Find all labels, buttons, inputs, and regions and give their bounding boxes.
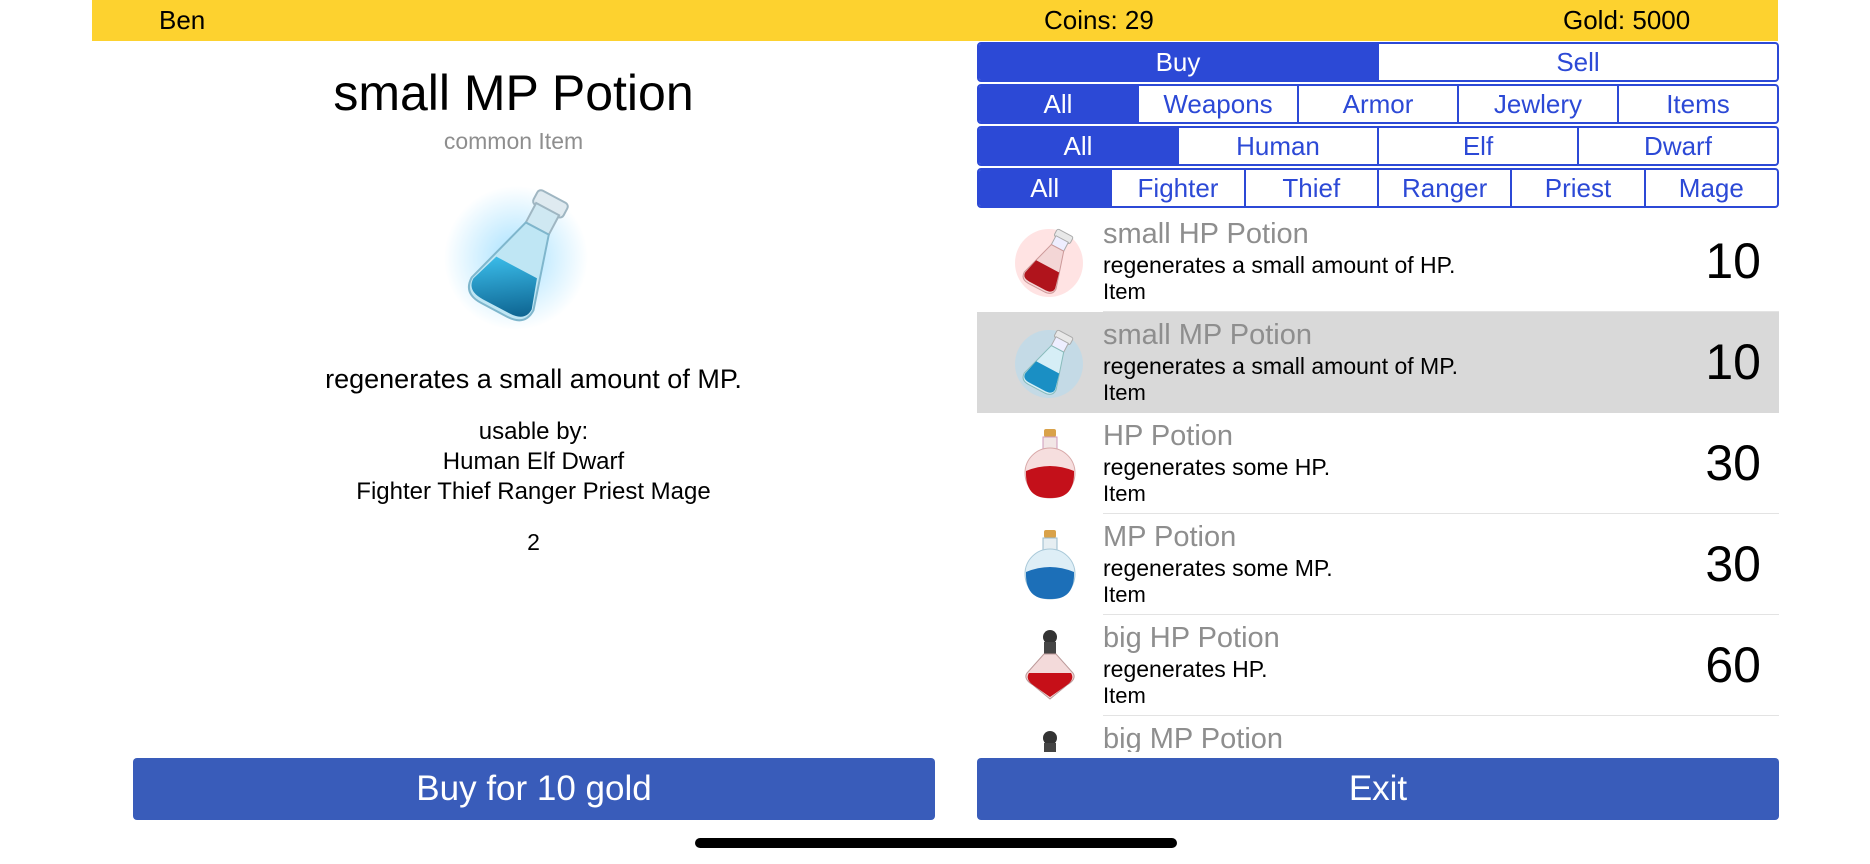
tab-class-all[interactable]: All: [979, 170, 1111, 206]
tab-sell[interactable]: Sell: [1377, 44, 1777, 80]
status-bar: Ben Coins: 29 Gold: 5000: [92, 0, 1778, 41]
item-name: small MP Potion: [1103, 319, 1312, 351]
item-description: regenerates a small amount of MP.: [325, 364, 742, 394]
item-price: 60: [1705, 637, 1761, 693]
tab-category-all[interactable]: All: [979, 86, 1137, 122]
item-name: small HP Potion: [1103, 218, 1309, 250]
small-hp-potion-icon: [1013, 225, 1087, 299]
tab-elf[interactable]: Elf: [1377, 128, 1577, 164]
item-price: 10: [1705, 233, 1761, 289]
item-rarity: common Item: [443, 128, 584, 154]
small-mp-potion-icon: [444, 178, 594, 338]
item-description: regenerates some HP.: [1103, 454, 1331, 480]
usable-classes: Fighter Thief Ranger Priest Mage: [356, 478, 711, 505]
item-description: regenerates some MP.: [1103, 555, 1333, 581]
usable-by-info: usable by: Human Elf Dwarf Fighter Thief…: [160, 417, 907, 507]
home-indicator[interactable]: [695, 838, 1177, 848]
item-price: 30: [1705, 435, 1761, 491]
category-segmented-control: All Weapons Armor Jewlery Items: [977, 84, 1779, 124]
tab-ranger[interactable]: Ranger: [1376, 170, 1510, 206]
item-description: regenerates a small amount of MP.: [1103, 353, 1458, 379]
big-mp-potion-icon: [1013, 730, 1087, 752]
tab-thief[interactable]: Thief: [1243, 170, 1377, 206]
tab-mage[interactable]: Mage: [1643, 170, 1777, 206]
item-description: regenerates a small amount of HP.: [1103, 252, 1456, 278]
tab-priest[interactable]: Priest: [1510, 170, 1643, 206]
buy-button[interactable]: Buy for 10 gold: [133, 758, 935, 820]
item-name: big HP Potion: [1103, 622, 1280, 654]
gold-counter: Gold: 5000: [1563, 5, 1691, 35]
tab-items[interactable]: Items: [1617, 86, 1777, 122]
mp-potion-icon: [1013, 528, 1087, 602]
tab-buy[interactable]: Buy: [979, 44, 1377, 80]
item-type: Item: [1103, 582, 1146, 607]
list-item[interactable]: HP Potion regenerates some HP. Item 30: [977, 413, 1779, 514]
item-price: 30: [1705, 536, 1761, 592]
item-description: regenerates HP.: [1103, 656, 1268, 682]
item-type: Item: [1103, 683, 1146, 708]
tab-fighter[interactable]: Fighter: [1110, 170, 1243, 206]
item-name: HP Potion: [1103, 420, 1234, 452]
item-name: big MP Potion: [1103, 723, 1284, 752]
tab-weapons[interactable]: Weapons: [1137, 86, 1297, 122]
item-title: small MP Potion: [333, 65, 694, 121]
coins-counter: Coins: 29: [1044, 5, 1154, 35]
list-item[interactable]: small HP Potion regenerates a small amou…: [977, 211, 1779, 312]
player-name: Ben: [159, 5, 206, 35]
shop-item-list[interactable]: small HP Potion regenerates a small amou…: [977, 211, 1779, 752]
list-item[interactable]: big HP Potion regenerates HP. Item 60: [977, 615, 1779, 716]
exit-button[interactable]: Exit: [977, 758, 1779, 820]
mode-segmented-control: Buy Sell: [977, 42, 1779, 82]
small-mp-potion-icon: [1013, 326, 1087, 400]
tab-jewlery[interactable]: Jewlery: [1457, 86, 1617, 122]
big-hp-potion-icon: [1013, 629, 1087, 703]
list-item[interactable]: small MP Potion regenerates a small amou…: [977, 312, 1779, 413]
usable-by-label: usable by:: [478, 418, 589, 445]
item-type: Item: [1103, 279, 1146, 304]
tab-human[interactable]: Human: [1177, 128, 1377, 164]
item-name: MP Potion: [1103, 521, 1237, 553]
hp-potion-icon: [1013, 427, 1087, 501]
race-segmented-control: All Human Elf Dwarf: [977, 126, 1779, 166]
item-price: 10: [1705, 334, 1761, 390]
list-item[interactable]: MP Potion regenerates some MP. Item 30: [977, 514, 1779, 615]
tab-race-all[interactable]: All: [979, 128, 1177, 164]
class-segmented-control: All Fighter Thief Ranger Priest Mage: [977, 168, 1779, 208]
tab-dwarf[interactable]: Dwarf: [1577, 128, 1777, 164]
usable-races: Human Elf Dwarf: [442, 448, 625, 475]
item-type: Item: [1103, 380, 1146, 405]
tab-armor[interactable]: Armor: [1297, 86, 1457, 122]
list-item[interactable]: big MP Potion: [977, 716, 1779, 752]
item-type: Item: [1103, 481, 1146, 506]
owned-quantity: 2: [527, 529, 540, 555]
